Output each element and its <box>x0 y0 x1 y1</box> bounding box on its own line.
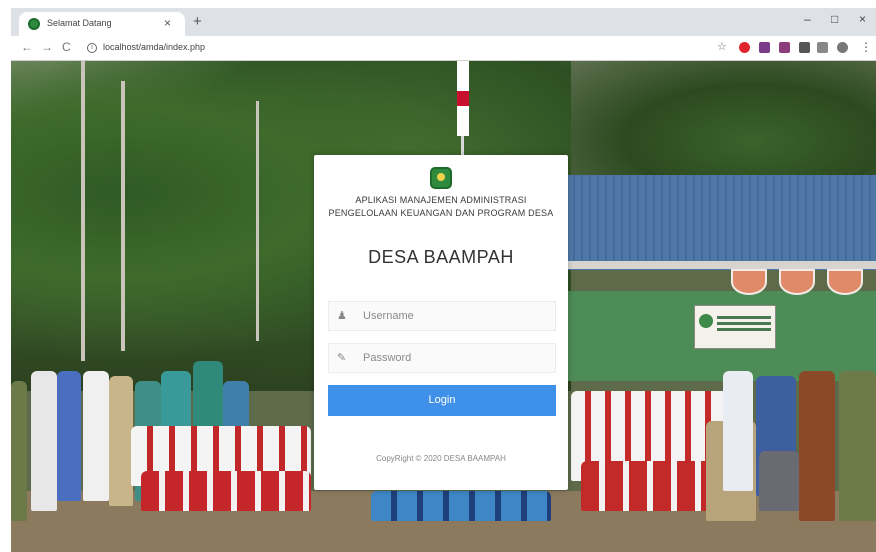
person <box>759 451 799 511</box>
school-roof <box>567 175 876 270</box>
bunting <box>827 269 863 295</box>
students-front <box>371 491 551 521</box>
person <box>839 371 876 521</box>
password-field[interactable]: ✎ <box>328 343 556 373</box>
person <box>109 376 133 506</box>
tree-trunk <box>121 81 125 351</box>
star-icon[interactable]: ☆ <box>717 40 727 53</box>
tab-bar: Selamat Datang × + – □ × <box>11 8 876 36</box>
browser-tab[interactable]: Selamat Datang × <box>19 12 185 36</box>
user-icon: ♟ <box>337 310 347 322</box>
person <box>799 371 835 521</box>
reload-icon[interactable]: C <box>62 40 71 54</box>
tree-trunk <box>81 61 85 361</box>
top-strip <box>0 0 876 8</box>
opera-icon[interactable] <box>739 42 750 53</box>
logo-emblem <box>437 173 445 181</box>
bunting <box>731 269 767 295</box>
avatar[interactable] <box>837 42 848 53</box>
person <box>11 381 27 521</box>
extension-icon[interactable] <box>779 42 790 53</box>
tab-title: Selamat Datang <box>47 18 112 28</box>
puzzle-icon[interactable] <box>799 42 810 53</box>
minimize-button[interactable]: – <box>804 12 811 26</box>
login-button[interactable]: Login <box>328 385 556 416</box>
menu-icon[interactable]: ⋮ <box>860 40 872 54</box>
extension-icon[interactable] <box>759 42 770 53</box>
app-title: APLIKASI MANAJEMEN ADMINISTRASI PENGELOL… <box>328 195 554 218</box>
tree-trunk <box>256 101 259 341</box>
url-text[interactable]: localhost/amda/index.php <box>103 42 205 52</box>
tab-close-button[interactable]: × <box>164 16 171 30</box>
students-row <box>141 471 311 511</box>
copyright-text: CopyRight © 2020 DESA BAAMPAH <box>376 454 506 463</box>
info-icon[interactable]: i <box>87 43 97 53</box>
username-input[interactable] <box>363 302 553 330</box>
browser-chrome: Selamat Datang × + – □ × ← → C i localho… <box>11 8 876 61</box>
maximize-button[interactable]: □ <box>831 12 838 26</box>
pencil-icon: ✎ <box>337 352 347 364</box>
bunting <box>779 269 815 295</box>
favicon-icon <box>28 18 40 30</box>
browser-toolbar: ← → C i localhost/amda/index.php ☆ ⋮ <box>11 36 876 61</box>
login-card: APLIKASI MANAJEMEN ADMINISTRASI PENGELOL… <box>314 155 568 490</box>
address-bar[interactable]: i localhost/amda/index.php <box>81 39 721 58</box>
person <box>83 371 109 501</box>
page-viewport: APLIKASI MANAJEMEN ADMINISTRASI PENGELOL… <box>11 61 876 552</box>
username-field[interactable]: ♟ <box>328 301 556 331</box>
flag <box>457 61 469 136</box>
forward-icon[interactable]: → <box>41 40 53 54</box>
person <box>57 371 81 501</box>
page-title: DESA BAAMPAH <box>368 247 514 267</box>
back-icon[interactable]: ← <box>21 40 33 54</box>
person <box>723 371 753 491</box>
school-sign <box>694 305 776 349</box>
roof-edge <box>567 261 876 269</box>
logo-icon <box>430 167 452 189</box>
school-logo-icon <box>699 314 713 328</box>
extension-icon[interactable] <box>817 42 828 53</box>
new-tab-button[interactable]: + <box>193 13 202 30</box>
close-window-button[interactable]: × <box>859 12 866 26</box>
password-input[interactable] <box>363 344 553 372</box>
sign-text-lines <box>717 316 771 319</box>
person <box>31 371 57 511</box>
